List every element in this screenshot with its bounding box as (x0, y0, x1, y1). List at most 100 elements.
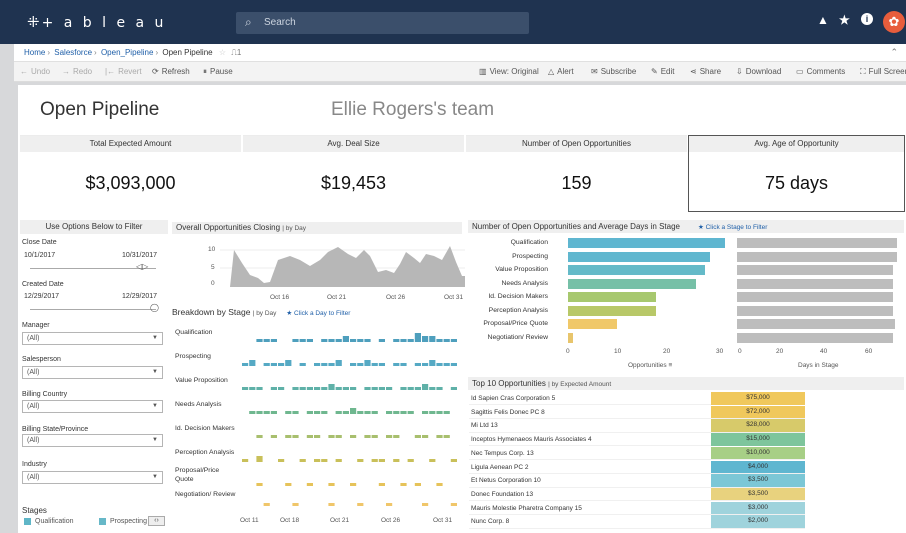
breakdown-bar[interactable] (371, 387, 378, 390)
breakdown-stage-label[interactable]: Value Proposition (175, 376, 237, 385)
download-button[interactable]: ⇩ Download (736, 67, 781, 76)
days-in-stage-bar[interactable] (737, 332, 893, 343)
breakdown-bar[interactable] (306, 435, 313, 438)
breakdown-bar[interactable] (378, 387, 385, 390)
breakdown-bar[interactable] (422, 384, 429, 390)
stage-label[interactable]: Perception Analysis (468, 307, 548, 314)
breakdown-bar[interactable] (393, 363, 400, 366)
breakdown-bar[interactable] (422, 363, 429, 366)
breakdown-bar[interactable] (328, 384, 335, 390)
breakdown-bar[interactable] (256, 411, 263, 414)
breakdown-bar[interactable] (393, 339, 400, 342)
breakdown-bar[interactable] (314, 435, 321, 438)
breakdown-bar[interactable] (450, 503, 457, 506)
breakdown-bar[interactable] (378, 459, 385, 462)
legend-item-prospecting[interactable]: Prospecting (110, 518, 147, 525)
breakdown-bar[interactable] (443, 363, 450, 366)
days-in-stage-bar[interactable] (737, 319, 895, 329)
breakdown-bar[interactable] (400, 411, 407, 414)
breakdown-bar[interactable] (270, 435, 277, 438)
refresh-button[interactable]: ⟳ Refresh (152, 67, 190, 76)
breakdown-bar[interactable] (350, 387, 357, 390)
share-button[interactable]: ⋖ Share (690, 67, 721, 76)
breakdown-bar[interactable] (242, 387, 249, 390)
breakdown-bar[interactable] (314, 387, 321, 390)
top10-row[interactable]: Sagittis Felis Donec PC 8 $72,000 (469, 405, 805, 420)
top10-row[interactable]: Nunc Corp. 8 $2,000 (469, 515, 805, 529)
breakdown-bar[interactable] (314, 363, 321, 366)
breakdown-bar[interactable] (443, 339, 450, 342)
edit-button[interactable]: ✎ Edit (651, 67, 675, 76)
breakdown-bar[interactable] (299, 459, 306, 462)
breakdown-bar[interactable] (436, 363, 443, 366)
breakdown-bar[interactable] (436, 387, 443, 390)
breakdown-bar[interactable] (278, 459, 285, 462)
salesperson-select[interactable]: (All) ▼ (22, 366, 163, 379)
breakdown-bar[interactable] (285, 435, 292, 438)
breakdown-bar[interactable] (357, 503, 364, 506)
breakdown-bar[interactable] (393, 435, 400, 438)
breakdown-bar[interactable] (314, 459, 321, 462)
breakdown-bar[interactable] (335, 435, 342, 438)
breakdown-stage-label[interactable]: Negotiation/ Review (175, 490, 237, 499)
favorite-star-icon[interactable]: ☆ (219, 48, 226, 57)
breakdown-bar[interactable] (450, 387, 457, 390)
breakdown-bar[interactable] (443, 411, 450, 414)
breakdown-bar[interactable] (436, 339, 443, 342)
breakdown-bar[interactable] (321, 459, 328, 462)
alert-triangle-icon[interactable]: ▲ (817, 13, 829, 27)
breakdown-bar[interactable] (386, 411, 393, 414)
breakdown-bar[interactable] (364, 387, 371, 390)
breakdown-bar[interactable] (270, 339, 277, 342)
breakdown-bar[interactable] (422, 503, 429, 506)
opportunities-bar[interactable] (568, 292, 657, 302)
breakdown-bar[interactable] (306, 339, 313, 342)
breakdown-bar[interactable] (450, 363, 457, 366)
avatar[interactable]: ✿ (883, 11, 905, 33)
breakdown-bar[interactable] (321, 387, 328, 390)
breadcrumb-salesforce[interactable]: Salesforce (54, 48, 92, 57)
breakdown-bar[interactable] (328, 503, 335, 506)
stage-label[interactable]: Qualification (468, 239, 548, 246)
breakdown-bar[interactable] (422, 411, 429, 414)
breakdown-bar[interactable] (429, 411, 436, 414)
stage-label[interactable]: Prospecting (468, 253, 548, 260)
breakdown-bar[interactable] (292, 503, 299, 506)
kpi-total-expected[interactable]: Total Expected Amount $3,093,000 (20, 135, 241, 212)
days-in-stage-bar[interactable] (737, 278, 893, 289)
breakdown-bar[interactable] (450, 339, 457, 342)
breakdown-bar[interactable] (256, 456, 263, 462)
breakdown-bar[interactable] (335, 459, 342, 462)
breakdown-bar[interactable] (378, 483, 385, 486)
top10-row[interactable]: Et Netus Corporation 10 $3,500 (469, 474, 805, 488)
breakdown-bar[interactable] (242, 363, 249, 366)
stage-label[interactable]: Needs Analysis (468, 280, 548, 287)
top10-row[interactable]: Mauris Molestie Pharetra Company 15 $3,00… (469, 501, 805, 515)
breakdown-bar[interactable] (292, 435, 299, 438)
stage-label[interactable]: Value Proposition (468, 266, 548, 273)
breakdown-bar[interactable] (299, 387, 306, 390)
breakdown-bar[interactable] (357, 339, 364, 342)
breakdown-bar[interactable] (270, 363, 277, 366)
breakdown-bar[interactable] (256, 483, 263, 486)
tableau-logo[interactable]: ⁜ + a b l e a u (27, 13, 166, 31)
stage-label[interactable]: Negotiation/ Review (468, 334, 548, 341)
close-date-to[interactable]: 10/31/2017 (122, 252, 157, 259)
top10-row[interactable]: Inceptos Hymenaeos Mauris Associates 4 $1… (469, 433, 805, 447)
opportunities-bar[interactable] (568, 251, 711, 262)
breakdown-bar[interactable] (306, 387, 313, 390)
opportunities-bar[interactable] (568, 238, 725, 248)
breakdown-bar[interactable] (407, 387, 414, 390)
info-icon[interactable]: i (861, 13, 873, 25)
opportunities-bar[interactable] (568, 278, 696, 289)
collapse-chevron-icon[interactable]: ⌃ (890, 47, 898, 58)
breakdown-bar[interactable] (400, 483, 407, 486)
breakdown-bar[interactable] (414, 435, 421, 438)
view-original-button[interactable]: ▥ View: Original (479, 67, 539, 76)
breakdown-bar[interactable] (400, 363, 407, 366)
pause-button[interactable]: ⏸ Pause (203, 67, 233, 77)
breakdown-bar[interactable] (364, 360, 371, 366)
breakdown-bar[interactable] (292, 411, 299, 414)
breakdown-bar[interactable] (292, 387, 299, 390)
breakdown-bar[interactable] (414, 363, 421, 366)
